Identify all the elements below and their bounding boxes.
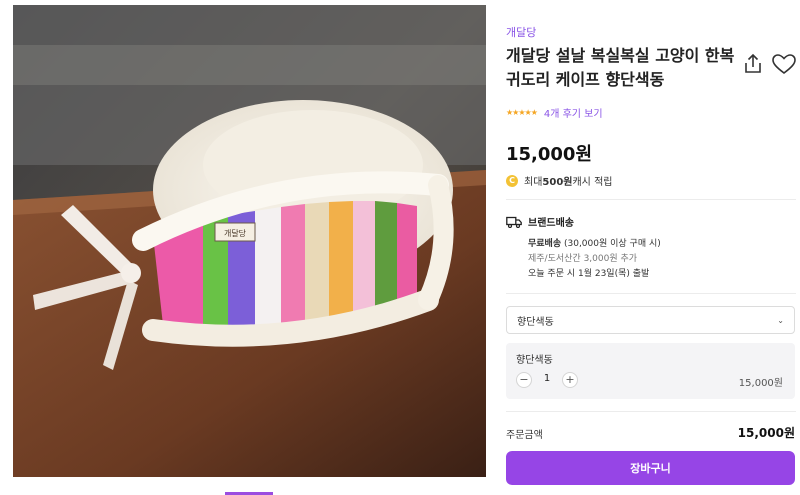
share-icon	[745, 53, 761, 73]
coin-icon: C	[506, 174, 518, 187]
product-info-panel: 개달당 개달당 설날 복실복실 고양이 한복 귀도리 케이프 향단색동 ★★★★…	[494, 0, 800, 495]
product-page: 개달당 개달당 개달당 설날 복실복실 고양이 한복 귀도리 케이프 향단색동	[0, 0, 800, 495]
cash-reward: C 최대 500원 캐시 적립	[506, 173, 612, 188]
selected-option-name: 향단색동	[516, 355, 553, 366]
review-link[interactable]: 4개 후기 보기	[544, 105, 603, 120]
free-shipping-bold: 무료배송	[528, 239, 562, 249]
truck-icon	[506, 216, 522, 228]
add-to-cart-button[interactable]: 장바구니	[506, 451, 795, 485]
product-photo-illustration: 개달당	[13, 5, 486, 477]
divider	[506, 199, 796, 200]
option-select[interactable]: 향단색동 ⌄	[506, 306, 795, 334]
shipping-header: 브랜드배송	[506, 214, 574, 229]
order-total-value: 15,000원	[737, 426, 795, 440]
product-title: 개달당 설날 복실복실 고양이 한복 귀도리 케이프 향단색동	[506, 46, 735, 89]
order-total-label: 주문금액	[506, 430, 543, 441]
cash-suffix: 캐시 적립	[572, 177, 613, 188]
free-shipping-line: 무료배송 (30,000원 이상 구매 시)	[528, 236, 661, 249]
chevron-down-icon: ⌄	[777, 315, 784, 325]
divider	[506, 411, 796, 412]
shipping-title: 브랜드배송	[528, 218, 574, 229]
quantity-increase-button[interactable]: +	[562, 372, 578, 388]
free-shipping-condition: (30,000원 이상 구매 시)	[561, 239, 661, 249]
product-price: 15,000원	[506, 144, 593, 165]
island-shipping-note: 제주/도서산간 3,000원 추가	[528, 254, 638, 264]
label-tag: 개달당	[224, 228, 247, 238]
share-button[interactable]	[741, 52, 765, 76]
cash-prefix: 최대	[524, 177, 543, 188]
cash-amount: 500원	[542, 177, 573, 188]
brand-link[interactable]: 개달당	[506, 24, 536, 40]
quantity-value: 1	[543, 373, 551, 384]
quantity-decrease-button[interactable]: −	[516, 372, 532, 388]
product-image[interactable]: 개달당	[13, 5, 486, 477]
selected-option-price: 15,000원	[738, 378, 783, 389]
rating-row: ★★★★★ 4개 후기 보기	[506, 105, 603, 120]
dispatch-date: 오늘 주문 시 1월 23일(목) 출발	[528, 269, 650, 279]
option-select-value: 향단색동	[517, 316, 554, 328]
heart-icon	[772, 54, 796, 75]
selected-option-box: 향단색동 − 1 + 15,000원	[506, 343, 795, 399]
star-rating: ★★★★★	[506, 108, 538, 117]
wishlist-button[interactable]	[771, 52, 797, 76]
divider	[506, 293, 796, 294]
